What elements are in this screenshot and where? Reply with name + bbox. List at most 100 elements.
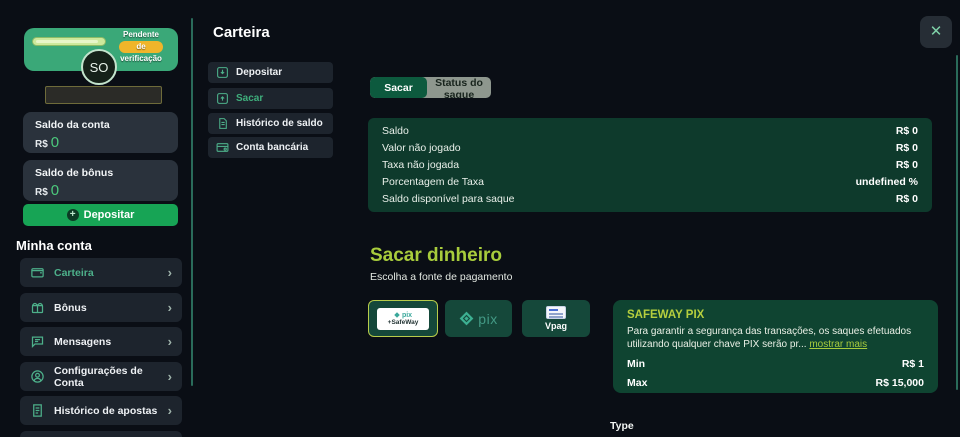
summary-label: Valor não jogado: [382, 142, 461, 155]
withdraw-tabbar: Sacar Status do saque: [370, 77, 491, 98]
right-scrollbar[interactable]: [956, 55, 958, 390]
my-account-title: Minha conta: [16, 238, 92, 253]
sidebar-item-configuracoes[interactable]: Configurações de Conta ›: [20, 362, 182, 391]
deposit-button[interactable]: + Depositar: [23, 204, 178, 226]
min-label: Min: [627, 358, 646, 370]
verification-pill: de: [119, 41, 163, 53]
bonus-balance-value: R$ 0: [35, 182, 166, 199]
sidebar-item-label: Histórico de apostas: [54, 404, 158, 417]
summary-row-saldo: Saldo R$ 0: [368, 123, 932, 139]
withdraw-section-subtitle: Escolha a fonte de pagamento: [370, 271, 513, 283]
max-value: R$ 15,000: [875, 377, 924, 389]
account-balance-card: Saldo da conta R$ 0: [23, 112, 178, 153]
bank-card-icon: [216, 143, 229, 152]
summary-row-valor-nao-jogado: Valor não jogado R$ 0: [368, 140, 932, 156]
verification-status: Pendente de verificação: [110, 30, 172, 64]
tab-status-do-saque[interactable]: Status do saque: [427, 77, 491, 98]
summary-value: undefined %: [855, 175, 918, 188]
wallet-icon: [31, 268, 44, 278]
vpag-card-icon: [546, 306, 566, 319]
payment-method-vpag[interactable]: Vpag: [522, 300, 590, 337]
pix-diamond-icon: [394, 312, 400, 318]
avatar-initials: SO: [89, 59, 109, 75]
verification-progress-bar: [32, 37, 106, 46]
left-scrollbar[interactable]: [191, 18, 193, 386]
verification-line1: Pendente: [122, 30, 159, 39]
wallet-nav-historico-saldo[interactable]: Histórico de saldo: [208, 113, 333, 134]
gift-icon: [31, 302, 44, 314]
sidebar-item-historico-apostas[interactable]: Histórico de apostas ›: [20, 396, 182, 425]
safeway-label: +SafeWay: [387, 318, 419, 326]
summary-label: Saldo disponível para saque: [382, 192, 515, 205]
safeway-pix-info-box: SAFEWAY PIX Para garantir a segurança da…: [613, 300, 938, 393]
wallet-nav-label: Histórico de saldo: [236, 118, 323, 129]
verification-line2: verificação: [120, 54, 162, 63]
wallet-nav-label: Depositar: [236, 67, 283, 78]
type-field-label: Type: [610, 420, 634, 432]
summary-value: R$ 0: [895, 142, 918, 155]
chevron-right-icon: ›: [167, 403, 172, 418]
info-box-title: SAFEWAY PIX: [627, 309, 705, 321]
chevron-right-icon: ›: [167, 334, 172, 349]
deposit-icon: [217, 67, 228, 78]
sidebar-item-label: Configurações de Conta: [54, 364, 143, 389]
close-button[interactable]: ✕: [920, 16, 952, 48]
currency-symbol: R$: [35, 187, 48, 198]
wallet-nav-conta-bancaria[interactable]: Conta bancária: [208, 137, 333, 158]
show-more-link[interactable]: mostrar mais: [809, 339, 867, 350]
bonus-balance-amount: 0: [50, 182, 60, 199]
chevron-right-icon: ›: [167, 369, 172, 384]
info-description-text: Para garantir a segurança das transações…: [627, 326, 912, 350]
summary-label: Taxa não jogada: [382, 158, 460, 171]
account-balance-value: R$ 0: [35, 134, 166, 151]
summary-value: R$ 0: [895, 125, 918, 138]
page-title: Carteira: [213, 24, 270, 41]
vpag-label: Vpag: [544, 321, 567, 331]
sidebar-item-label: Carteira: [54, 266, 94, 279]
bonus-balance-label: Saldo de bônus: [35, 167, 114, 179]
verification-progress-fill: [36, 40, 98, 43]
close-icon: ✕: [929, 23, 943, 40]
summary-value: R$ 0: [895, 158, 918, 171]
info-box-description: Para garantir a segurança das transações…: [627, 325, 924, 351]
pix-diamond-icon: [459, 311, 474, 326]
avatar[interactable]: SO: [81, 49, 117, 85]
sidebar-item-partial[interactable]: [20, 431, 182, 437]
tab-sacar[interactable]: Sacar: [370, 77, 427, 98]
chat-icon: [31, 336, 44, 349]
payment-method-pix[interactable]: pix: [445, 300, 512, 337]
bonus-balance-card: Saldo de bônus R$ 0: [23, 160, 178, 201]
min-limit-row: Min R$ 1: [627, 358, 924, 370]
chevron-right-icon: ›: [167, 265, 172, 280]
username-input[interactable]: [45, 86, 162, 104]
wallet-nav-sacar[interactable]: Sacar: [208, 88, 333, 109]
wallet-nav-label: Conta bancária: [236, 142, 309, 153]
summary-row-porcentagem-taxa: Porcentagem de Taxa undefined %: [368, 174, 932, 190]
account-balance-amount: 0: [50, 134, 60, 151]
balance-history-icon: [219, 118, 227, 129]
bet-history-icon: [33, 404, 42, 417]
pix-label: pix: [478, 310, 498, 327]
withdraw-section-title: Sacar dinheiro: [370, 245, 502, 266]
withdraw-icon: [217, 93, 228, 104]
min-value: R$ 1: [901, 358, 924, 370]
sidebar-item-carteira[interactable]: Carteira ›: [20, 258, 182, 287]
wallet-nav-label: Sacar: [236, 93, 264, 104]
payment-method-safeway[interactable]: pix +SafeWay: [368, 300, 438, 337]
deposit-button-label: Depositar: [83, 209, 135, 221]
max-label: Max: [627, 377, 648, 389]
max-limit-row: Max R$ 15,000: [627, 377, 924, 389]
summary-row-saldo-disponivel: Saldo disponível para saque R$ 0: [368, 191, 932, 207]
balance-summary-panel: Saldo R$ 0 Valor não jogado R$ 0 Taxa nã…: [368, 118, 932, 212]
plus-icon: +: [66, 209, 79, 221]
sidebar-item-mensagens[interactable]: Mensagens ›: [20, 327, 182, 356]
safeway-logo: pix +SafeWay: [377, 307, 429, 330]
wallet-nav-depositar[interactable]: Depositar: [208, 62, 333, 83]
safeway-pix-word: pix: [401, 311, 413, 319]
sidebar-item-bonus[interactable]: Bônus ›: [20, 293, 182, 322]
summary-label: Porcentagem de Taxa: [382, 175, 484, 188]
account-balance-label: Saldo da conta: [35, 119, 110, 131]
summary-value: R$ 0: [895, 192, 918, 205]
sidebar-item-label: Mensagens: [54, 335, 112, 348]
summary-row-taxa-nao-jogada: Taxa não jogada R$ 0: [368, 157, 932, 173]
